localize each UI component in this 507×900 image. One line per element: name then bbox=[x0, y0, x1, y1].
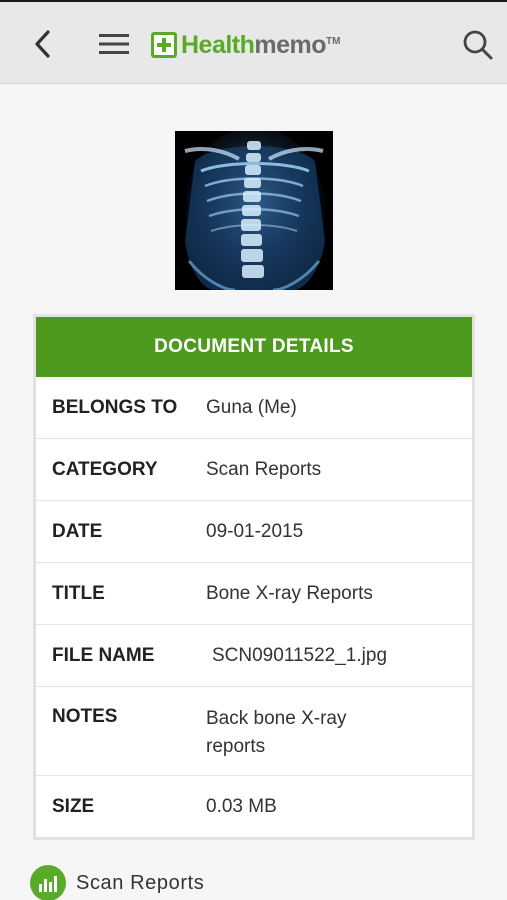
logo-text-health: Health bbox=[181, 30, 255, 59]
search-icon bbox=[463, 30, 493, 60]
detail-label: FILE NAME bbox=[52, 645, 155, 666]
search-button[interactable] bbox=[460, 26, 496, 64]
footer-link-label: Scan Reports bbox=[76, 871, 205, 894]
bar-chart-icon bbox=[30, 865, 66, 900]
hamburger-menu-icon bbox=[99, 34, 129, 54]
detail-row-size: SIZE 0.03 MB bbox=[36, 776, 472, 836]
detail-value: Scan Reports bbox=[206, 459, 322, 480]
detail-row-notes: NOTES Back bone X-ray reports bbox=[36, 687, 472, 776]
detail-row-date: DATE 09-01-2015 bbox=[36, 501, 472, 563]
detail-label: NOTES bbox=[52, 706, 118, 727]
top-app-bar: Health memo TM bbox=[0, 0, 507, 84]
detail-label: TITLE bbox=[52, 583, 105, 604]
detail-label: BELONGS TO bbox=[52, 397, 178, 418]
detail-row-file-name: FILE NAME SCN09011522_1.jpg bbox=[36, 625, 472, 687]
back-arrow-icon bbox=[35, 30, 50, 58]
document-thumbnail[interactable] bbox=[175, 131, 333, 290]
detail-row-title: TITLE Bone X-ray Reports bbox=[36, 563, 472, 625]
document-details-card: DOCUMENT DETAILS BELONGS TO Guna (Me) CA… bbox=[33, 314, 475, 840]
medical-cross-icon bbox=[151, 32, 177, 58]
detail-row-category: CATEGORY Scan Reports bbox=[36, 439, 472, 501]
detail-label: SIZE bbox=[52, 796, 95, 817]
card-title: DOCUMENT DETAILS bbox=[154, 336, 354, 357]
menu-button[interactable] bbox=[96, 26, 132, 62]
detail-value: SCN09011522_1.jpg bbox=[212, 645, 388, 666]
xray-image bbox=[175, 131, 333, 290]
detail-value: Back bone X-ray reports bbox=[206, 708, 347, 757]
app-logo: Health memo TM bbox=[151, 30, 341, 60]
detail-label: DATE bbox=[52, 521, 103, 542]
detail-value: 09-01-2015 bbox=[206, 521, 304, 542]
logo-text-memo: memo bbox=[254, 30, 327, 59]
logo-trademark: TM bbox=[326, 36, 341, 47]
back-button[interactable] bbox=[26, 24, 58, 64]
detail-value: Guna (Me) bbox=[206, 397, 297, 418]
scan-reports-link[interactable]: Scan Reports bbox=[30, 865, 205, 900]
detail-value: Bone X-ray Reports bbox=[206, 583, 373, 604]
detail-row-belongs-to: BELONGS TO Guna (Me) bbox=[36, 377, 472, 439]
detail-label: CATEGORY bbox=[52, 459, 158, 480]
card-header: DOCUMENT DETAILS bbox=[36, 317, 472, 377]
detail-value: 0.03 MB bbox=[206, 796, 277, 817]
